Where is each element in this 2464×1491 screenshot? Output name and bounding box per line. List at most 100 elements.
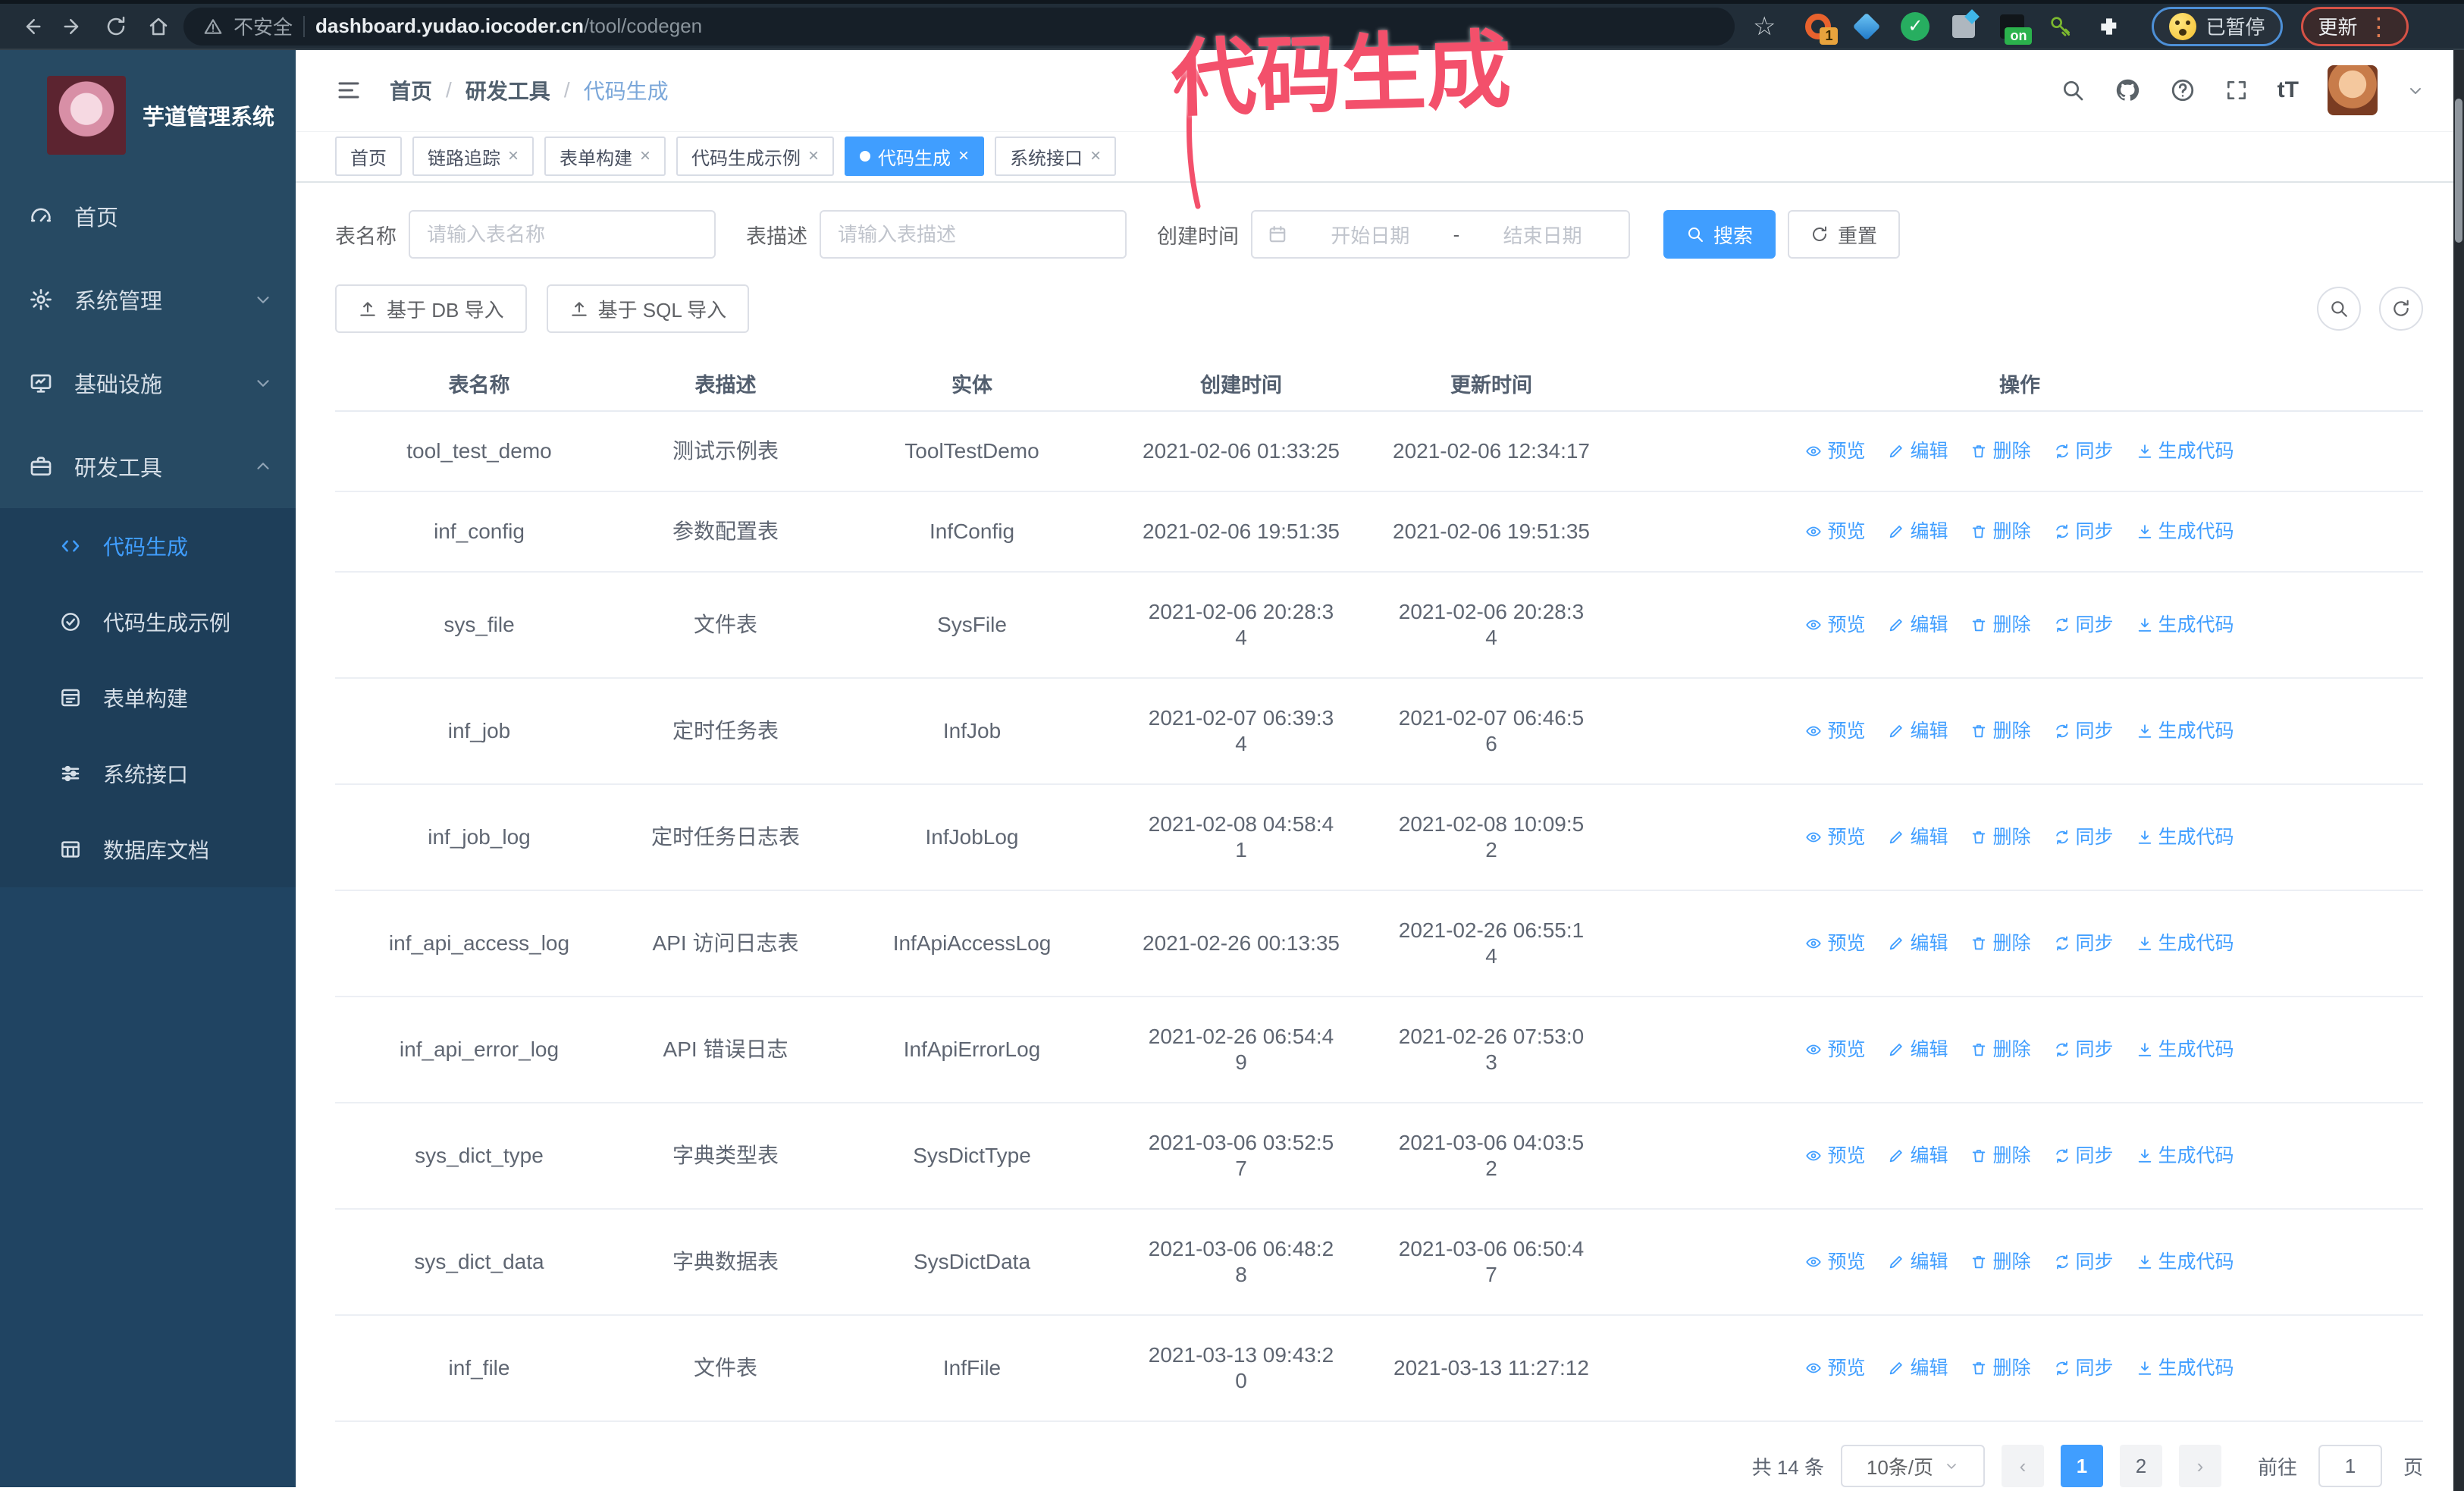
edit-link[interactable]: 编辑 [1888, 1143, 1948, 1169]
sidebar-item-home[interactable]: 首页 [0, 174, 296, 258]
generate-code-link[interactable]: 生成代码 [2136, 1249, 2234, 1275]
edit-link[interactable]: 编辑 [1888, 438, 1948, 464]
extension-columns-icon[interactable] [1948, 8, 1980, 42]
edit-link[interactable]: 编辑 [1888, 718, 1948, 744]
github-icon[interactable] [2114, 77, 2141, 104]
chrome-menu-icon[interactable]: ⋮ [2367, 12, 2391, 41]
tab-tracing[interactable]: 链路追踪 × [412, 137, 534, 177]
close-icon[interactable]: × [1090, 146, 1101, 167]
delete-link[interactable]: 删除 [1970, 1143, 2031, 1169]
home-icon[interactable] [141, 9, 176, 44]
page-button-2[interactable]: 2 [2119, 1445, 2162, 1487]
tab-codegen-example[interactable]: 代码生成示例 × [676, 137, 835, 177]
bookmark-star-icon[interactable]: ☆ [1753, 11, 1776, 42]
generate-code-link[interactable]: 生成代码 [2136, 438, 2234, 464]
extension-check-icon[interactable]: ✓ [1900, 11, 1930, 42]
search-button[interactable]: 搜索 [1663, 210, 1776, 259]
generate-code-link[interactable]: 生成代码 [2136, 1143, 2234, 1169]
sync-link[interactable]: 同步 [2054, 718, 2114, 744]
toggle-search-button[interactable] [2317, 287, 2361, 331]
delete-link[interactable]: 删除 [1970, 718, 2031, 744]
search-icon[interactable] [2061, 78, 2085, 102]
help-icon[interactable] [2170, 77, 2196, 103]
extension-dark-icon[interactable]: on [1997, 11, 2033, 45]
preview-link[interactable]: 预览 [1805, 1037, 1865, 1063]
sync-link[interactable]: 同步 [2054, 1355, 2114, 1381]
sync-link[interactable]: 同步 [2054, 612, 2114, 638]
extensions-puzzle-icon[interactable] [2094, 11, 2124, 42]
sync-link[interactable]: 同步 [2054, 519, 2114, 545]
delete-link[interactable]: 删除 [1970, 824, 2031, 850]
sidebar-item-form-builder[interactable]: 表单构建 [0, 660, 296, 736]
edit-link[interactable]: 编辑 [1888, 1037, 1948, 1063]
sidebar-logo-row[interactable]: 芋道管理系统 [0, 50, 296, 174]
sidebar-item-codegen[interactable]: 代码生成 [0, 508, 296, 584]
delete-link[interactable]: 删除 [1970, 1037, 2031, 1063]
caret-down-icon[interactable] [2406, 81, 2425, 99]
edit-link[interactable]: 编辑 [1888, 824, 1948, 850]
generate-code-link[interactable]: 生成代码 [2136, 931, 2234, 956]
preview-link[interactable]: 预览 [1805, 824, 1865, 850]
sql-import-button[interactable]: 基于 SQL 导入 [546, 284, 750, 333]
preview-link[interactable]: 预览 [1805, 1355, 1865, 1381]
scrollbar-track[interactable] [2453, 50, 2464, 1491]
close-icon[interactable]: × [508, 146, 519, 167]
refresh-table-button[interactable] [2379, 287, 2423, 331]
preview-link[interactable]: 预览 [1805, 931, 1865, 956]
generate-code-link[interactable]: 生成代码 [2136, 519, 2234, 545]
generate-code-link[interactable]: 生成代码 [2136, 1037, 2234, 1063]
close-icon[interactable]: × [958, 146, 969, 167]
tab-system-api[interactable]: 系统接口 × [995, 137, 1117, 177]
sidebar-item-system-api[interactable]: 系统接口 [0, 736, 296, 811]
preview-link[interactable]: 预览 [1805, 1143, 1865, 1169]
edit-link[interactable]: 编辑 [1888, 519, 1948, 545]
sync-link[interactable]: 同步 [2054, 1037, 2114, 1063]
sync-link[interactable]: 同步 [2054, 1143, 2114, 1169]
preview-link[interactable]: 预览 [1805, 1249, 1865, 1275]
sidebar-item-infra[interactable]: 基础设施 [0, 341, 296, 425]
delete-link[interactable]: 删除 [1970, 519, 2031, 545]
extension-orange-icon[interactable]: 1 [1803, 11, 1839, 45]
generate-code-link[interactable]: 生成代码 [2136, 824, 2234, 850]
edit-link[interactable]: 编辑 [1888, 1249, 1948, 1275]
sidebar-item-devtools[interactable]: 研发工具 [0, 425, 296, 508]
breadcrumb-devtools[interactable]: 研发工具 [466, 75, 550, 105]
close-icon[interactable]: × [808, 146, 819, 167]
hamburger-icon[interactable] [335, 77, 362, 104]
reload-icon[interactable] [99, 9, 133, 44]
page-button-1[interactable]: 1 [2060, 1445, 2103, 1487]
delete-link[interactable]: 删除 [1970, 931, 2031, 956]
generate-code-link[interactable]: 生成代码 [2136, 718, 2234, 744]
preview-link[interactable]: 预览 [1805, 718, 1865, 744]
url-bar[interactable]: 不安全 dashboard.yudao.iocoder.cn/tool/code… [183, 7, 1735, 46]
edit-link[interactable]: 编辑 [1888, 1355, 1948, 1381]
extension-key-icon[interactable] [2045, 11, 2076, 42]
generate-code-link[interactable]: 生成代码 [2136, 612, 2234, 638]
edit-link[interactable]: 编辑 [1888, 931, 1948, 956]
preview-link[interactable]: 预览 [1805, 438, 1865, 464]
delete-link[interactable]: 删除 [1970, 438, 2031, 464]
table-desc-input[interactable] [820, 210, 1127, 259]
back-icon[interactable] [14, 9, 49, 44]
sidebar-item-db-doc[interactable]: 数据库文档 [0, 811, 296, 887]
table-name-input[interactable] [409, 210, 716, 259]
avatar[interactable] [2328, 65, 2378, 116]
delete-link[interactable]: 删除 [1970, 1249, 2031, 1275]
edit-link[interactable]: 编辑 [1888, 612, 1948, 638]
sidebar-item-codegen-example[interactable]: 代码生成示例 [0, 584, 296, 660]
page-size-select[interactable]: 10条/页 [1840, 1445, 1985, 1487]
generate-code-link[interactable]: 生成代码 [2136, 1355, 2234, 1381]
sidebar-item-system[interactable]: 系统管理 [0, 258, 296, 341]
prev-page-button[interactable]: ‹ [2001, 1445, 2044, 1487]
breadcrumb-home[interactable]: 首页 [390, 75, 432, 105]
sync-link[interactable]: 同步 [2054, 438, 2114, 464]
extension-gem-icon[interactable] [1851, 11, 1882, 42]
tab-codegen[interactable]: 代码生成 × [845, 137, 985, 177]
font-size-icon[interactable]: tT [2277, 77, 2299, 103]
fullscreen-icon[interactable] [2224, 78, 2249, 102]
next-page-button[interactable]: › [2178, 1445, 2221, 1487]
tab-form-builder[interactable]: 表单构建 × [544, 137, 666, 177]
reset-button[interactable]: 重置 [1788, 210, 1901, 259]
update-chip[interactable]: 更新 ⋮ [2300, 6, 2409, 46]
db-import-button[interactable]: 基于 DB 导入 [335, 284, 527, 333]
